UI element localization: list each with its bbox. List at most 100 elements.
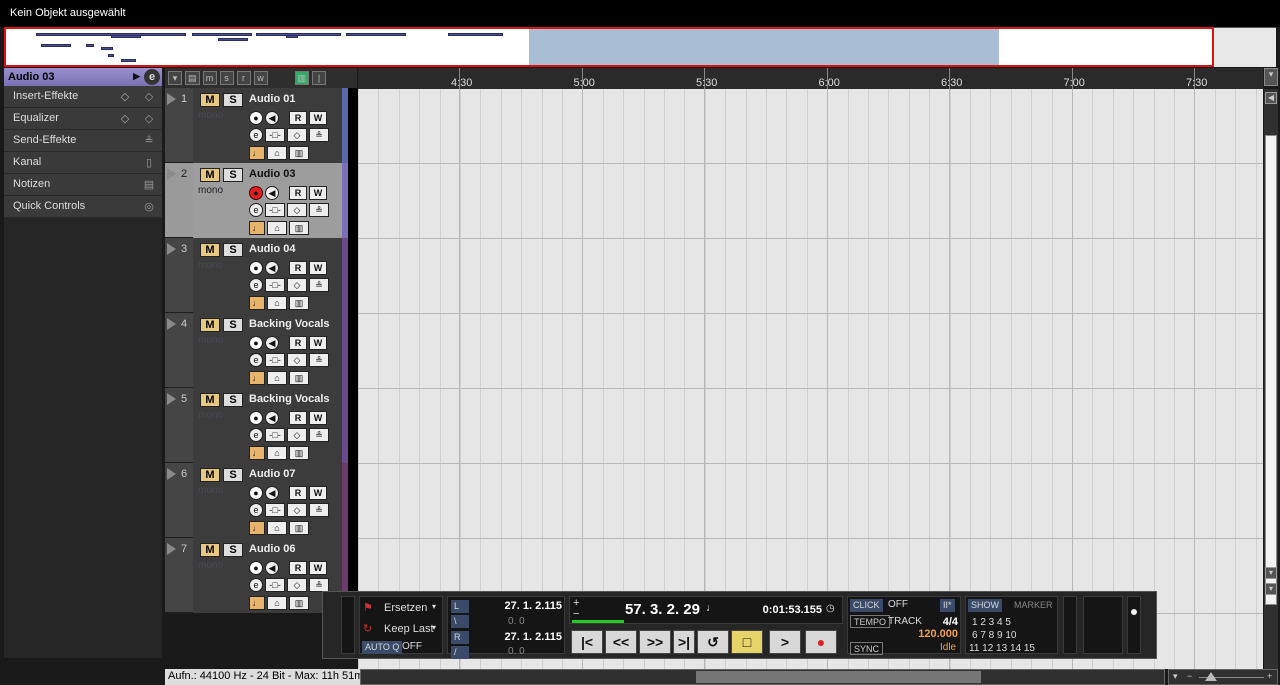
read-automation-button[interactable]: R [289,486,307,500]
write-automation-button[interactable]: W [309,561,327,575]
musical-mode-icon[interactable]: ♩ [249,446,265,460]
solo-button[interactable]: S [223,543,243,557]
eq-bypass-icon[interactable]: ◇ [287,353,307,367]
track-edit-button[interactable]: ▤ [185,71,200,85]
lanes-icon[interactable]: ▥ [289,296,309,310]
track-menu-button[interactable]: ▾ [168,71,182,85]
monitor-icon[interactable]: ◀ [265,561,279,575]
scroll-down-icon[interactable]: ▾ [1265,567,1277,579]
tempo-button[interactable]: TEMPO [850,615,891,628]
record-enable-icon[interactable]: ● [249,411,263,425]
zoom-in-vertical-icon[interactable]: ◀ [1265,92,1277,104]
record-enable-icon[interactable]: ● [249,486,263,500]
track-row[interactable]: 5 M S Backing Vocals mono ● ◀ R W e -□- … [165,388,358,463]
write-automation-button[interactable]: W [309,186,327,200]
project-overview[interactable] [4,27,1214,67]
tempo-value[interactable]: 120.000 [898,628,958,640]
solo-button[interactable]: S [223,393,243,407]
volume-handle[interactable] [1131,609,1137,615]
left-locator-icon[interactable]: L [451,600,469,613]
write-all-button[interactable]: w [253,71,268,85]
track-colors-icon[interactable]: ▥ [294,71,310,85]
cycle-mode-dropdown[interactable]: Keep Last [384,623,434,635]
time-ruler[interactable]: 4:30 5:00 5:30 6:00 6:30 7:00 7:30 [358,68,1263,90]
punch-in-icon[interactable]: \ [451,615,469,628]
read-automation-button[interactable]: R [289,561,307,575]
lanes-icon[interactable]: ▥ [289,221,309,235]
go-to-start-button[interactable]: |< [571,630,603,654]
bypass-icon[interactable]: ◇ [118,112,132,126]
monitor-icon[interactable]: ◀ [265,261,279,275]
vertical-scroll-thumb[interactable] [1265,135,1277,605]
record-enable-icon[interactable]: ● [249,336,263,350]
send-bypass-icon[interactable]: ≗ [309,203,329,217]
inspector-section-3[interactable]: Kanal ▯ [4,152,162,174]
expand-track-icon[interactable] [167,93,176,105]
monitor-icon[interactable]: ◀ [265,186,279,200]
read-all-button[interactable]: r [236,71,251,85]
expand-track-icon[interactable] [167,543,176,555]
zoom-in-icon[interactable]: + [1267,671,1272,681]
lanes-icon[interactable]: ▥ [289,596,309,610]
read-automation-button[interactable]: R [289,186,307,200]
ruler-menu-button[interactable]: ▾ [1264,68,1278,86]
inspector-section-0[interactable]: Insert-Effekte ◇ ◇ [4,86,162,108]
notes-icon[interactable]: ▤ [142,178,156,192]
horizontal-scrollbar[interactable] [360,669,1165,685]
zoom-menu-icon[interactable]: ▾ [1173,671,1178,682]
send-bypass-icon[interactable]: ≗ [309,353,329,367]
read-automation-button[interactable]: R [289,261,307,275]
monitor-icon[interactable]: ◀ [265,111,279,125]
auto-quantize-button[interactable]: AUTO Q [362,641,403,654]
monitor-icon[interactable]: ◀ [265,336,279,350]
play-button[interactable]: > [769,630,801,654]
mute-all-button[interactable]: m [202,71,217,85]
write-automation-button[interactable]: W [309,486,327,500]
inspector-section-4[interactable]: Notizen ▤ [4,174,162,196]
write-automation-button[interactable]: W [309,411,327,425]
read-automation-button[interactable]: R [289,111,307,125]
solo-button[interactable]: S [223,318,243,332]
musical-mode-icon[interactable]: ♩ [249,296,265,310]
secondary-time[interactable]: 0:01:53.155 [740,604,822,616]
musical-mode-icon[interactable]: ♩ [249,521,265,535]
edit-channel-icon[interactable]: e [144,69,160,85]
left-locator-value[interactable]: 27. 1. 2.115 [472,600,563,612]
eq-bypass-icon[interactable]: ◇ [287,578,307,592]
overview-visible-range[interactable] [529,29,999,65]
inspector-section-1[interactable]: Equalizer ◇ ◇ [4,108,162,130]
insert-bypass-icon[interactable]: -□- [265,203,285,217]
eq-bypass-icon[interactable]: ◇ [287,503,307,517]
mute-button[interactable]: M [200,93,220,107]
insert-bypass-icon[interactable]: -□- [265,353,285,367]
eq-bypass-icon[interactable]: ◇ [287,128,307,142]
clock-icon[interactable]: ◷ [826,603,835,614]
lock-icon[interactable]: ⌂ [267,296,287,310]
expand-arrow-icon[interactable]: ▶ [133,71,140,82]
expand-track-icon[interactable] [167,468,176,480]
edit-channel-icon[interactable]: e [249,578,263,592]
lock-icon[interactable]: ⌂ [267,446,287,460]
track-scroll-icon[interactable]: | [312,71,327,85]
sync-button[interactable]: SYNC [850,642,884,655]
quick-controls-icon[interactable]: ◎ [142,200,156,214]
eq-bypass-icon[interactable]: ◇ [287,203,307,217]
track-name[interactable]: Audio 01 [249,93,295,105]
record-enable-icon[interactable]: ● [249,561,263,575]
monitor-icon[interactable]: ◀ [265,411,279,425]
insert-bypass-icon[interactable]: -□- [265,128,285,142]
lanes-icon[interactable]: ▥ [289,146,309,160]
write-automation-button[interactable]: W [309,261,327,275]
mute-button[interactable]: M [200,168,220,182]
record-enable-icon[interactable]: ● [249,261,263,275]
inspector-track-header[interactable]: Audio 03 ▶ e [4,68,162,86]
lock-icon[interactable]: ⌂ [267,371,287,385]
track-row[interactable]: 6 M S Audio 07 mono ● ◀ R W e -□- ◇ ≗ ♩ … [165,463,358,538]
track-name[interactable]: Audio 03 [249,168,295,180]
record-enable-icon[interactable]: ● [249,186,263,200]
primary-position[interactable]: 57. 3. 2. 29 [600,601,700,618]
precount-icon[interactable]: II* [940,599,955,612]
send-icon[interactable]: ≗ [142,134,156,148]
send-bypass-icon[interactable]: ≗ [309,278,329,292]
edit-channel-icon[interactable]: e [249,503,263,517]
